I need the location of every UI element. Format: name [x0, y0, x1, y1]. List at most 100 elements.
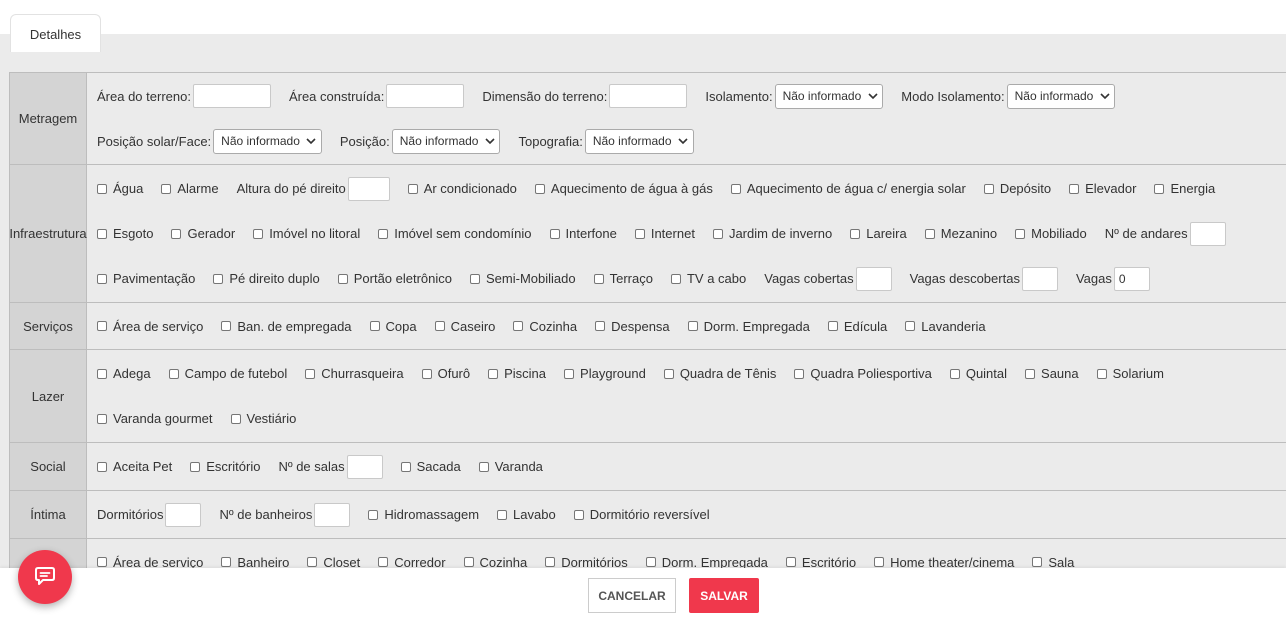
n-andares-input[interactable] [1189, 221, 1226, 246]
checkbox-box[interactable] [400, 461, 411, 472]
checkbox-box[interactable] [595, 321, 606, 331]
checkbox-box[interactable] [434, 321, 445, 331]
checkbox-edicula[interactable]: Edícula [827, 304, 887, 349]
checkbox-lareira[interactable]: Lareira [850, 211, 907, 256]
checkbox-box[interactable] [794, 368, 805, 379]
checkbox-box[interactable] [97, 273, 107, 284]
checkbox-box[interactable] [949, 368, 960, 379]
checkbox-box[interactable] [1154, 183, 1165, 194]
checkbox-box[interactable] [161, 183, 172, 194]
cancel-button[interactable]: CANCELAR [588, 578, 676, 613]
checkbox-box[interactable] [378, 228, 389, 239]
checkbox-campo-futebol[interactable]: Campo de futebol [168, 351, 287, 396]
checkbox-interfone[interactable]: Interfone [549, 211, 617, 256]
vagas-descobertas-input[interactable] [1021, 266, 1058, 291]
checkbox-ofuro[interactable]: Ofurô [421, 351, 470, 396]
checkbox-armario-closet[interactable]: Closet [307, 540, 360, 568]
checkbox-box[interactable] [1015, 228, 1026, 239]
checkbox-dorm-empregada[interactable]: Dorm. Empregada [687, 304, 810, 349]
checkbox-tv-a-cabo[interactable]: TV a cabo [670, 256, 746, 301]
altura-pe-direito-input[interactable] [347, 176, 390, 201]
checkbox-box[interactable] [634, 228, 645, 239]
checkbox-imovel-litoral[interactable]: Imóvel no litoral [253, 211, 360, 256]
checkbox-box[interactable] [549, 228, 560, 239]
checkbox-box[interactable] [337, 273, 348, 284]
checkbox-esgoto[interactable]: Esgoto [97, 211, 153, 256]
posicao-solar-select[interactable]: Não informado [213, 128, 322, 154]
checkbox-box[interactable] [850, 228, 861, 239]
checkbox-box[interactable] [168, 368, 179, 379]
checkbox-caseiro[interactable]: Caseiro [434, 304, 495, 349]
checkbox-energia[interactable]: Energia [1154, 166, 1215, 211]
checkbox-box[interactable] [407, 183, 418, 194]
checkbox-churrasqueira[interactable]: Churrasqueira [305, 351, 404, 396]
checkbox-armario-sala[interactable]: Sala [1032, 540, 1074, 568]
checkbox-box[interactable] [497, 509, 508, 520]
checkbox-armario-escritorio[interactable]: Escritório [785, 540, 856, 568]
checkbox-box[interactable] [478, 461, 489, 472]
checkbox-box[interactable] [573, 509, 584, 520]
area-terreno-input[interactable] [192, 84, 271, 108]
checkbox-gerador[interactable]: Gerador [171, 211, 235, 256]
checkbox-elevador[interactable]: Elevador [1069, 166, 1136, 211]
checkbox-lavabo[interactable]: Lavabo [497, 492, 556, 537]
checkbox-box[interactable] [712, 228, 723, 239]
checkbox-box[interactable] [470, 273, 481, 284]
checkbox-box[interactable] [421, 368, 432, 379]
checkbox-box[interactable] [463, 557, 474, 567]
checkbox-dormitorio-reversivel[interactable]: Dormitório reversível [573, 492, 710, 537]
chat-button[interactable] [18, 550, 72, 604]
checkbox-armario-home-theater[interactable]: Home theater/cinema [874, 540, 1014, 568]
checkbox-escritorio[interactable]: Escritório [190, 444, 260, 489]
checkbox-armario-dorm-empregada[interactable]: Dorm. Empregada [645, 540, 768, 568]
tab-detalhes[interactable]: Detalhes [10, 14, 101, 52]
checkbox-box[interactable] [670, 273, 681, 284]
checkbox-box[interactable] [1096, 368, 1107, 379]
checkbox-box[interactable] [874, 557, 885, 567]
checkbox-aceita-pet[interactable]: Aceita Pet [97, 444, 172, 489]
checkbox-box[interactable] [663, 368, 674, 379]
checkbox-armario-dormitorios[interactable]: Dormitórios [545, 540, 628, 568]
checkbox-box[interactable] [305, 368, 316, 379]
checkbox-mobiliado[interactable]: Mobiliado [1015, 211, 1087, 256]
checkbox-vestiario[interactable]: Vestiário [230, 396, 296, 441]
checkbox-armario-corredor[interactable]: Corredor [378, 540, 446, 568]
checkbox-armario-area-servico[interactable]: Área de serviço [97, 540, 203, 568]
checkbox-aquecimento-gas[interactable]: Aquecimento de água à gás [534, 166, 713, 211]
checkbox-box[interactable] [730, 183, 741, 194]
checkbox-box[interactable] [513, 321, 524, 331]
checkbox-varanda[interactable]: Varanda [478, 444, 543, 489]
checkbox-box[interactable] [369, 321, 380, 331]
checkbox-lavanderia[interactable]: Lavanderia [905, 304, 986, 349]
checkbox-hidromassagem[interactable]: Hidromassagem [368, 492, 479, 537]
checkbox-copa[interactable]: Copa [369, 304, 417, 349]
checkbox-ar-condicionado[interactable]: Ar condicionado [407, 166, 517, 211]
checkbox-box[interactable] [97, 321, 107, 331]
checkbox-box[interactable] [230, 413, 241, 424]
checkbox-pavimentacao[interactable]: Pavimentação [97, 256, 195, 301]
checkbox-box[interactable] [983, 183, 994, 194]
checkbox-quadra-tenis[interactable]: Quadra de Tênis [663, 351, 776, 396]
checkbox-box[interactable] [171, 228, 182, 239]
checkbox-box[interactable] [97, 228, 107, 239]
checkbox-terraco[interactable]: Terraço [593, 256, 653, 301]
checkbox-box[interactable] [1032, 557, 1043, 567]
checkbox-box[interactable] [221, 557, 232, 567]
checkbox-box[interactable] [213, 273, 224, 284]
checkbox-box[interactable] [97, 413, 107, 424]
vagas-cobertas-input[interactable] [855, 266, 892, 291]
save-button[interactable]: SALVAR [689, 578, 759, 613]
checkbox-playground[interactable]: Playground [564, 351, 646, 396]
n-salas-input[interactable] [346, 454, 383, 479]
checkbox-box[interactable] [253, 228, 264, 239]
checkbox-adega[interactable]: Adega [97, 351, 151, 396]
modo-isolamento-select[interactable]: Não informado [1006, 83, 1116, 109]
checkbox-mezanino[interactable]: Mezanino [924, 211, 997, 256]
checkbox-box[interactable] [924, 228, 935, 239]
checkbox-agua[interactable]: Água [97, 166, 143, 211]
posicao-select[interactable]: Não informado [391, 128, 501, 154]
checkbox-box[interactable] [1025, 368, 1036, 379]
checkbox-pe-direito-duplo[interactable]: Pé direito duplo [213, 256, 320, 301]
checkbox-box[interactable] [564, 368, 575, 379]
checkbox-sacada[interactable]: Sacada [400, 444, 461, 489]
